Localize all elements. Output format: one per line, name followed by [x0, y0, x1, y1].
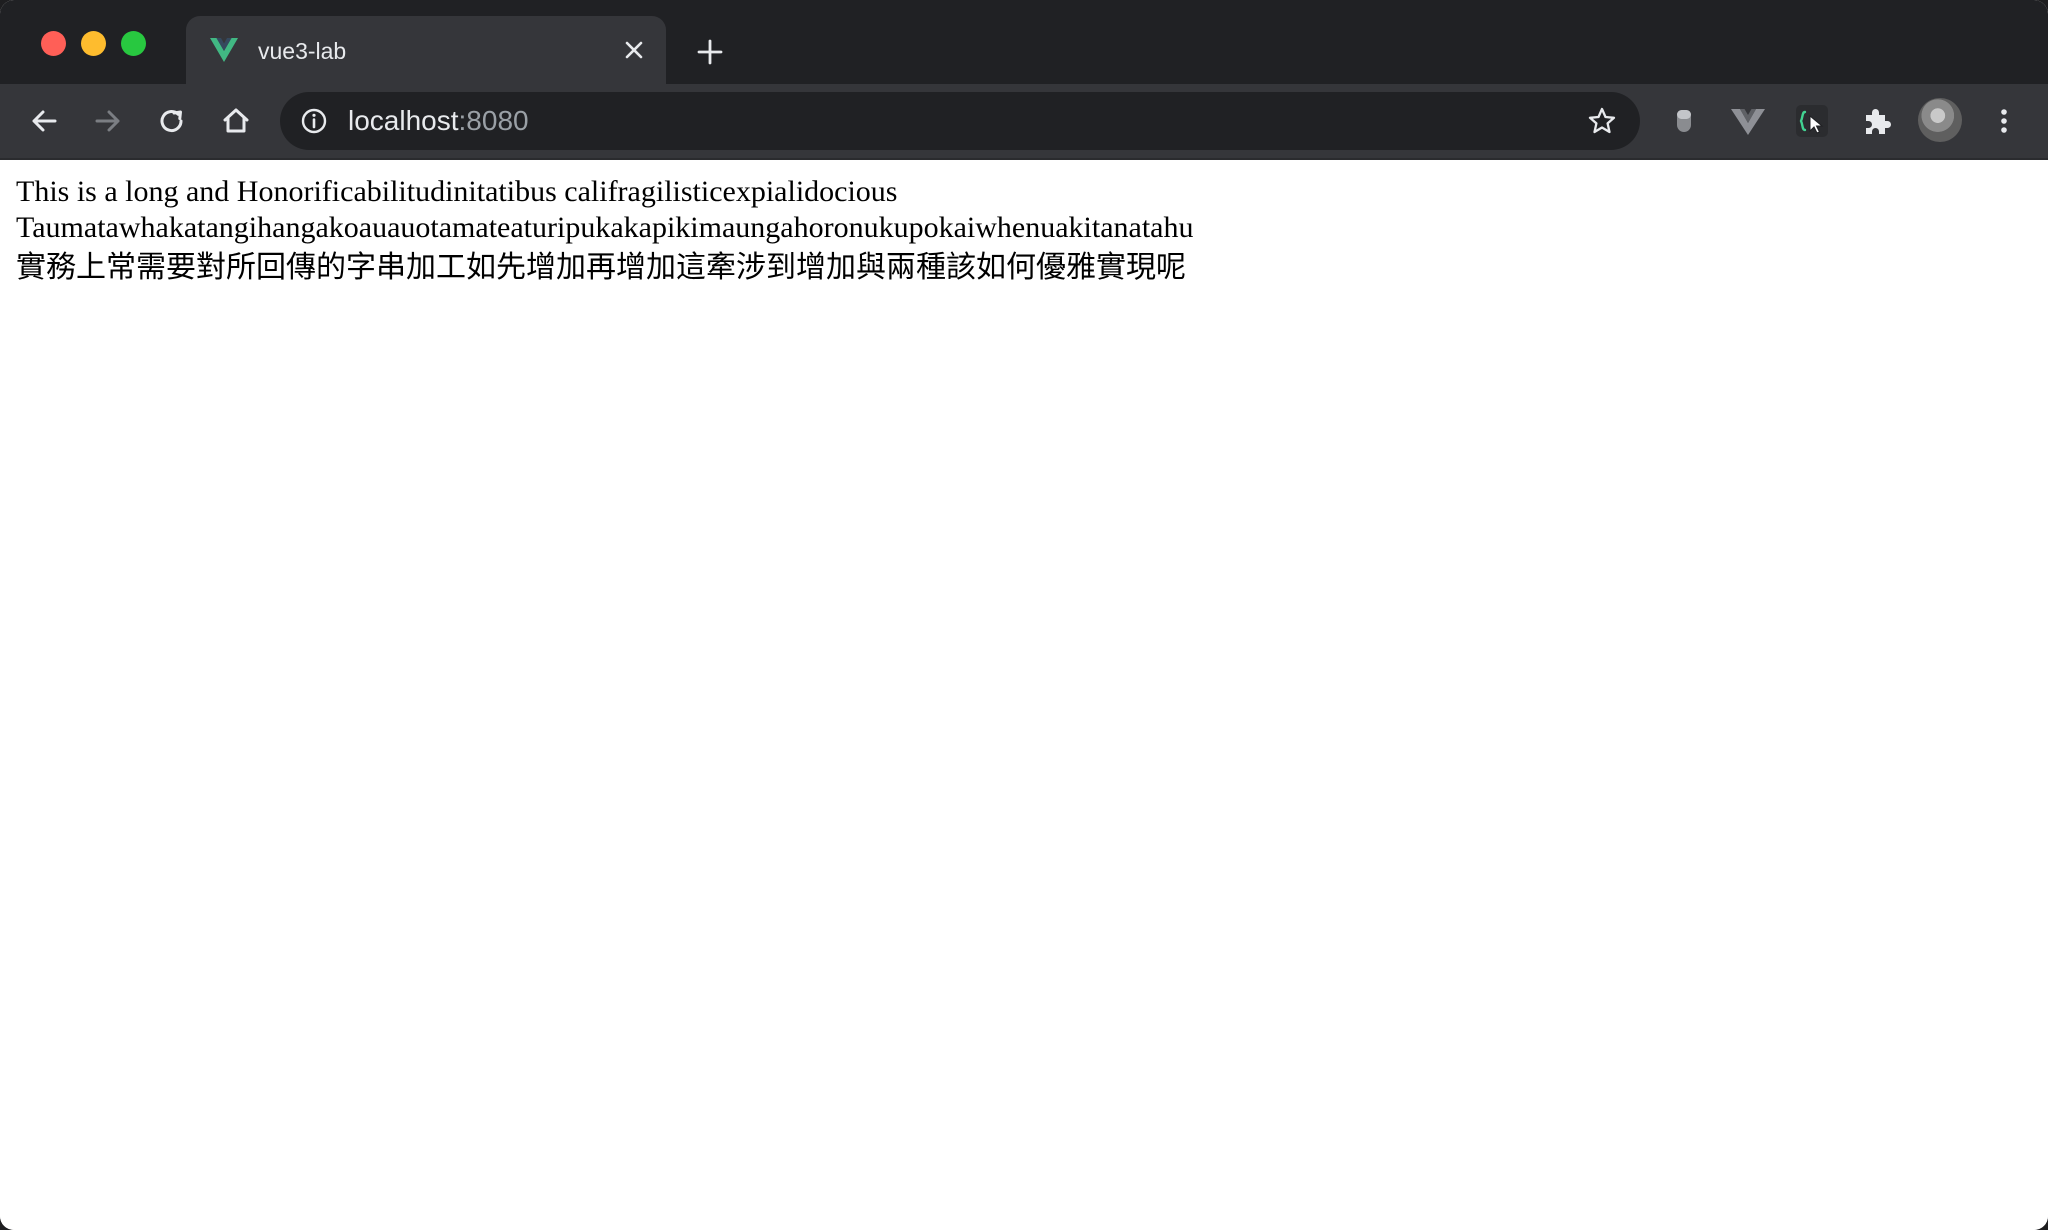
browser-window: vue3-lab localhost:8080 This is a long a… — [0, 0, 2048, 1230]
new-tab-icon[interactable] — [692, 34, 728, 70]
back-button[interactable] — [24, 101, 64, 141]
vue-devtools-extension-button[interactable] — [1728, 101, 1768, 141]
url-host: localhost — [348, 105, 459, 136]
address-url[interactable]: localhost:8080 — [348, 105, 529, 137]
extension-button-1[interactable] — [1664, 101, 1704, 141]
more-vertical-icon — [2001, 109, 2007, 133]
reload-icon — [160, 110, 183, 133]
vue-logo-icon — [210, 38, 238, 62]
page-viewport: This is a long and Honorificabilitudinit… — [0, 160, 2048, 1230]
minimize-window-button[interactable] — [81, 31, 106, 56]
browser-toolbar: localhost:8080 — [0, 84, 2048, 160]
text-line-3: 實務上常需要對所回傳的字串加工如先增加再增加這牽涉到增加與兩種該如何優雅實現呢 — [16, 250, 1186, 285]
home-icon — [223, 108, 249, 133]
vue-devtools-icon — [1731, 109, 1765, 135]
profile-avatar[interactable] — [1918, 98, 1962, 142]
bookmark-star-icon[interactable] — [1586, 105, 1618, 137]
tab-strip: vue3-lab — [0, 0, 2048, 84]
address-bar[interactable]: localhost:8080 — [280, 92, 1640, 150]
reload-button[interactable] — [152, 101, 192, 141]
site-info-icon[interactable] — [300, 107, 328, 135]
url-port: :8080 — [458, 105, 529, 136]
close-tab-icon[interactable] — [620, 36, 648, 64]
forward-button[interactable] — [88, 101, 128, 141]
code-cursor-icon — [1796, 105, 1828, 137]
extensions-menu-button[interactable] — [1856, 101, 1896, 141]
tab-vue3-lab[interactable]: vue3-lab — [186, 16, 666, 84]
browser-menu-button[interactable] — [1984, 101, 2024, 141]
puzzle-piece-icon — [1866, 109, 1891, 134]
arrow-left-icon — [32, 110, 57, 132]
tab-title: vue3-lab — [258, 38, 347, 64]
text-line-1: This is a long and Honorificabilitudinit… — [16, 175, 898, 208]
zoom-window-button[interactable] — [121, 31, 146, 56]
page-content: This is a long and Honorificabilitudinit… — [16, 174, 2016, 290]
home-button[interactable] — [216, 101, 256, 141]
ghost-extension-icon — [1677, 110, 1691, 132]
close-window-button[interactable] — [41, 31, 66, 56]
text-line-2: Taumatawhakatangihangakoauauotamateaturi… — [16, 211, 1194, 244]
arrow-right-icon — [95, 110, 120, 132]
inspector-extension-button[interactable] — [1792, 101, 1832, 141]
